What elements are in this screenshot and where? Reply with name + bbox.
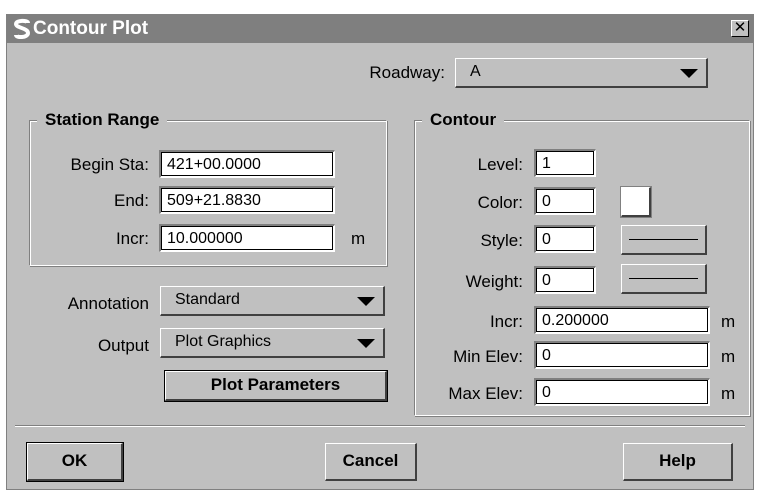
level-field[interactable]: 1 [534,149,596,177]
plot-parameters-label: Plot Parameters [210,375,341,394]
output-dropdown[interactable]: Plot Graphics [160,328,385,358]
contour-title: Contour [422,109,505,131]
window-title: Contour Plot [33,18,149,39]
station-range-title: Station Range [37,109,168,131]
help-button[interactable]: Help [623,443,733,481]
station-incr-field[interactable]: 10.000000 [159,224,335,252]
annotation-dropdown[interactable]: Standard [160,286,385,316]
ok-label: OK [61,451,88,470]
end-sta-field[interactable]: 509+21.8830 [159,186,335,214]
station-incr-unit: m [351,229,366,248]
style-field[interactable]: 0 [534,225,596,253]
line-weight-icon [629,278,698,279]
weight-field[interactable]: 0 [534,266,596,294]
contour-incr-unit: m [721,312,736,331]
chevron-down-icon [357,339,375,348]
geopak-s-icon [12,18,32,40]
begin-sta-label: Begin Sta: [70,155,149,174]
title-bar[interactable]: Contour Plot ✕ [7,15,753,43]
annotation-value: Standard [175,291,240,308]
chevron-down-icon [680,69,698,78]
contour-incr-label: Incr: [489,312,523,331]
help-label: Help [659,451,696,470]
chevron-down-icon [357,297,375,306]
output-value: Plot Graphics [175,333,272,350]
weight-label: Weight: [465,272,523,291]
color-field[interactable]: 0 [534,187,596,215]
annotation-label: Annotation [67,294,149,313]
cancel-label: Cancel [342,451,399,470]
level-label: Level: [477,155,523,174]
contour-plot-dialog: Contour Plot ✕ Roadway: A Station Range … [6,14,754,490]
max-elev-label: Max Elev: [448,384,523,403]
line-style-icon [629,239,698,240]
roadway-label: Roadway: [369,63,445,82]
begin-sta-field[interactable]: 421+00.0000 [159,150,335,178]
station-incr-label: Incr: [115,229,149,248]
output-label: Output [97,336,149,355]
min-elev-field[interactable]: 0 [534,341,710,369]
end-sta-label: End: [114,191,149,210]
separator [15,425,745,427]
color-swatch-button[interactable] [620,186,652,218]
style-label: Style: [480,231,523,250]
color-label: Color: [477,193,523,212]
weight-picker-button[interactable] [621,264,707,294]
plot-parameters-button[interactable]: Plot Parameters [164,370,388,402]
cancel-button[interactable]: Cancel [325,443,417,481]
close-button[interactable]: ✕ [731,20,749,37]
max-elev-unit: m [721,384,736,403]
roadway-dropdown[interactable]: A [455,58,708,88]
close-icon: ✕ [733,19,747,36]
min-elev-label: Min Elev: [453,347,523,366]
contour-incr-field[interactable]: 0.200000 [534,306,710,334]
roadway-value: A [470,63,481,80]
style-picker-button[interactable] [621,225,707,255]
max-elev-field[interactable]: 0 [534,378,710,406]
ok-button[interactable]: OK [26,442,124,482]
min-elev-unit: m [721,347,736,366]
